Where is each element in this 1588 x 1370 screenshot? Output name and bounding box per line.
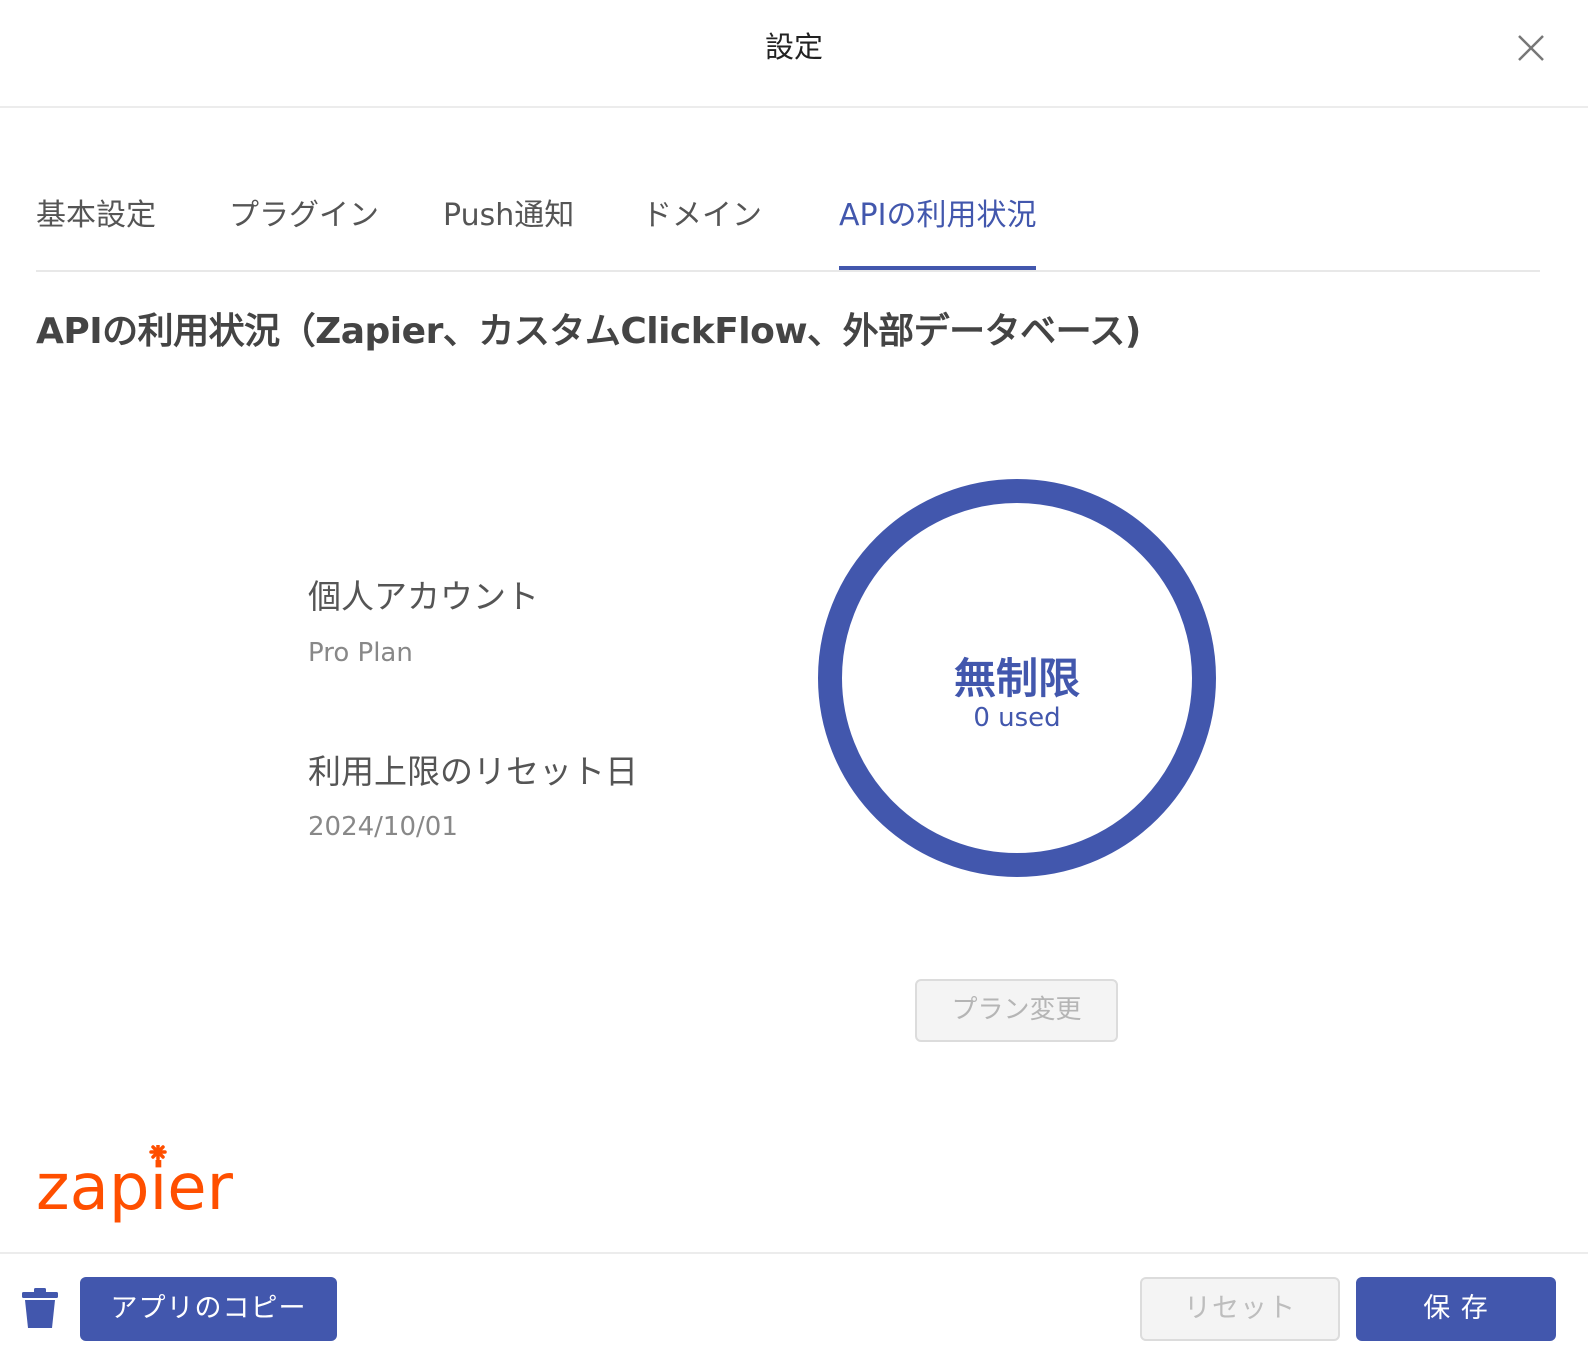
close-icon[interactable] <box>1515 32 1547 64</box>
change-plan-button[interactable]: プラン変更 <box>915 979 1118 1042</box>
dialog-title: 設定 <box>764 30 823 64</box>
save-button[interactable]: 保 存 <box>1356 1277 1556 1341</box>
tab-domain[interactable]: ドメイン <box>642 190 762 270</box>
tab-basic-settings[interactable]: 基本設定 <box>36 190 156 270</box>
trash-icon[interactable] <box>20 1286 60 1330</box>
tab-plugins[interactable]: プラグイン <box>229 190 379 270</box>
usage-limit-text: 無制限 <box>953 654 1080 703</box>
settings-tabs: 基本設定 プラグイン Push通知 ドメイン APIの利用状況 <box>36 190 1540 272</box>
dialog-header: 設定 <box>0 0 1588 108</box>
plan-name: Pro Plan <box>308 638 413 668</box>
tab-push-notifications[interactable]: Push通知 <box>443 190 574 270</box>
tab-api-usage[interactable]: APIの利用状況 <box>839 190 1037 270</box>
account-type-label: 個人アカウント <box>308 577 539 616</box>
reset-date-value: 2024/10/01 <box>308 812 458 842</box>
section-title: APIの利用状況（Zapier、カスタムClickFlow、外部データベース) <box>36 311 1141 352</box>
zapier-logo: zapier <box>36 1145 234 1225</box>
copy-app-button[interactable]: アプリのコピー <box>80 1277 337 1341</box>
reset-date-label: 利用上限のリセット日 <box>308 752 638 791</box>
dialog-footer: アプリのコピー リセット 保 存 <box>0 1252 1588 1370</box>
usage-used-text: 0 used <box>973 703 1061 733</box>
usage-gauge: 無制限 0 used <box>818 479 1216 877</box>
zapier-logo-text: zapier <box>36 1151 234 1225</box>
reset-button[interactable]: リセット <box>1140 1277 1340 1341</box>
